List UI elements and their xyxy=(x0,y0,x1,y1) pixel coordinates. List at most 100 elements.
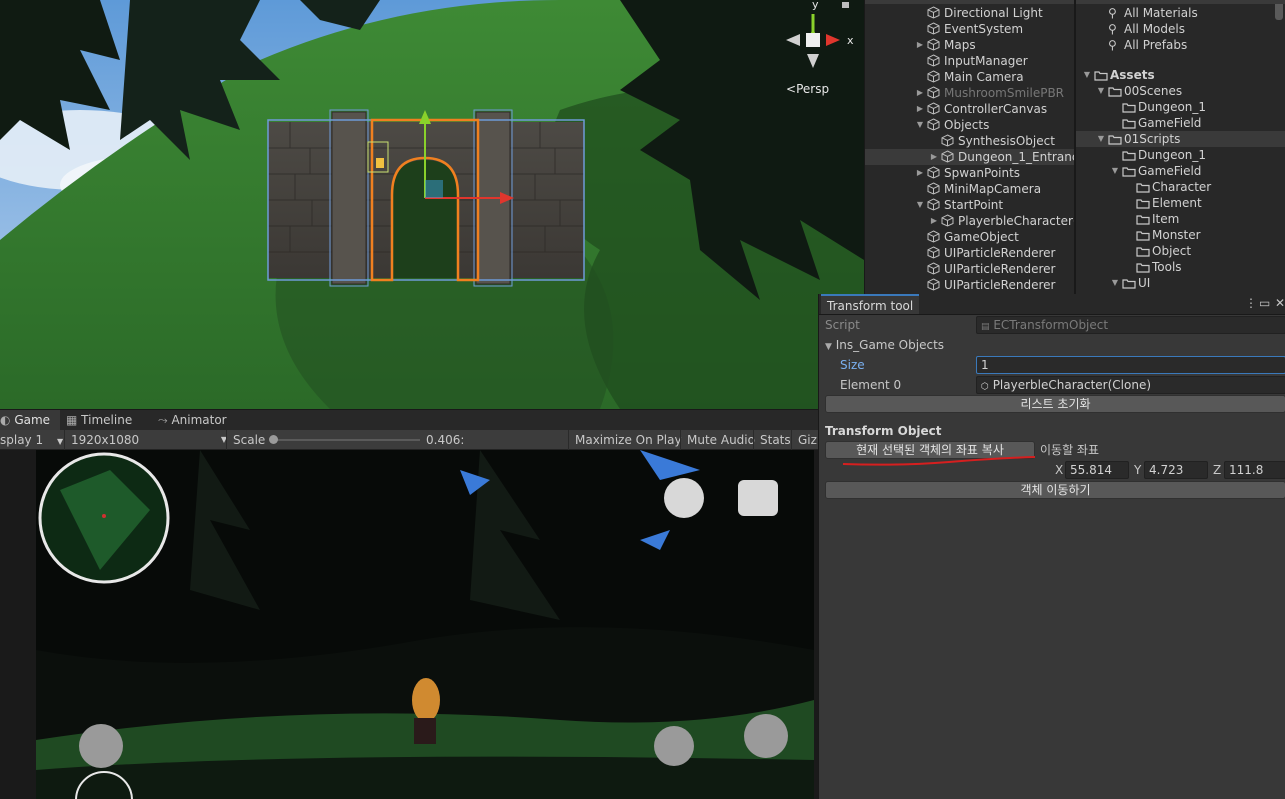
hierarchy-item-label: StartPoint xyxy=(944,198,1004,212)
projection-toggle[interactable]: <Persp xyxy=(786,82,829,96)
resolution-dropdown[interactable]: 1920x1080 ▼ xyxy=(64,430,231,450)
project-folder-label: 00Scenes xyxy=(1124,84,1183,98)
project-folder-item[interactable]: ▼ 00Scenes xyxy=(1076,83,1285,99)
size-input[interactable]: 1 xyxy=(976,356,1285,374)
mute-audio-toggle[interactable]: Mute Audio xyxy=(680,430,755,450)
hierarchy-item-label: UIParticleRenderer xyxy=(944,262,1056,276)
hierarchy-item-label: Maps xyxy=(944,38,976,52)
list-foldout[interactable]: ▼ Ins_Game Objects xyxy=(825,337,944,355)
project-folder-item[interactable]: Monster xyxy=(1076,227,1285,243)
hierarchy-item[interactable]: EventSystem xyxy=(865,21,1074,37)
hierarchy-item[interactable]: Main Camera xyxy=(865,69,1074,85)
x-input[interactable]: 55.814 xyxy=(1065,461,1129,479)
hierarchy-item[interactable]: ▶ ControllerCanvas xyxy=(865,101,1074,117)
tab-game-label: Game xyxy=(14,413,51,427)
hierarchy-item[interactable]: ▼ StartPoint xyxy=(865,197,1074,213)
stats-toggle[interactable]: Stats xyxy=(753,430,791,450)
favorite-item[interactable]: ⚲ All Prefabs xyxy=(1076,37,1285,53)
foldout-closed-icon[interactable]: ▶ xyxy=(915,101,925,117)
hierarchy-item-label: InputManager xyxy=(944,54,1028,68)
hierarchy-item[interactable]: ▶ PlayerbleCharacter( xyxy=(865,213,1074,229)
player-character xyxy=(412,678,440,722)
hierarchy-panel[interactable]: Directional Light EventSystem ▶ Maps InputMa… xyxy=(864,0,1074,294)
project-folder-item[interactable]: Tools xyxy=(1076,259,1285,275)
hierarchy-item[interactable]: UIParticleRenderer xyxy=(865,277,1074,293)
z-input[interactable]: 111.8 xyxy=(1224,461,1285,479)
dungeon-entrance-object[interactable] xyxy=(267,109,585,287)
hierarchy-item[interactable]: ▶ Maps xyxy=(865,37,1074,53)
script-label: Script xyxy=(825,318,860,332)
foldout-open-icon[interactable]: ▼ xyxy=(1096,131,1106,147)
scale-label: Scale xyxy=(226,430,265,450)
project-folder-item[interactable]: ▼ 01Scripts xyxy=(1076,131,1285,147)
maximize-on-play-toggle[interactable]: Maximize On Play xyxy=(568,430,682,450)
more-options-icon[interactable]: ⋮ xyxy=(1245,296,1257,310)
foldout-open-icon[interactable]: ▼ xyxy=(1110,275,1120,291)
foldout-closed-icon[interactable]: ▶ xyxy=(929,213,939,229)
project-folder-item[interactable]: ▼ GameField xyxy=(1076,163,1285,179)
scale-slider-thumb[interactable] xyxy=(269,435,278,444)
project-folder-item[interactable]: ▼ Assets xyxy=(1076,67,1285,83)
scale-slider-track[interactable] xyxy=(272,439,420,441)
project-folder-item[interactable]: GameField xyxy=(1076,115,1285,131)
project-folder-item[interactable]: Dungeon_1 xyxy=(1076,147,1285,163)
y-input[interactable]: 4.723 xyxy=(1144,461,1208,479)
scale-value: 0.406: xyxy=(426,433,465,447)
project-panel[interactable]: ⚲ All Materials ⚲ All Models ⚲ All Prefabs ▼ As… xyxy=(1075,0,1285,294)
hierarchy-item[interactable]: UIParticleRenderer xyxy=(865,261,1074,277)
hierarchy-item-label: ControllerCanvas xyxy=(944,102,1048,116)
foldout-closed-icon[interactable]: ▶ xyxy=(929,149,939,165)
game-icon: ◐ xyxy=(0,413,11,427)
move-object-button[interactable]: 객체 이동하기 xyxy=(825,481,1285,499)
foldout-closed-icon[interactable]: ▶ xyxy=(915,165,925,181)
skill-button[interactable] xyxy=(654,726,694,766)
hierarchy-item[interactable]: SynthesisObject xyxy=(865,133,1074,149)
display-dropdown[interactable]: splay 1 ▼ xyxy=(0,430,63,450)
hierarchy-item[interactable]: Directional Light xyxy=(865,5,1074,21)
tab-timeline[interactable]: ▦ Timeline xyxy=(66,410,132,431)
foldout-open-icon[interactable]: ▼ xyxy=(915,197,925,213)
close-icon[interactable]: ✕ xyxy=(1275,296,1285,310)
favorite-item[interactable]: ⚲ All Materials xyxy=(1076,5,1285,21)
hierarchy-item[interactable]: UIParticleRenderer xyxy=(865,245,1074,261)
reset-list-button[interactable]: 리스트 초기화 xyxy=(825,395,1285,413)
project-folder-item[interactable]: Item xyxy=(1076,211,1285,227)
inventory-bag-button[interactable] xyxy=(738,480,778,516)
element0-field[interactable]: ⬡ PlayerbleCharacter(Clone) xyxy=(976,376,1285,394)
hierarchy-item[interactable]: InputManager xyxy=(865,53,1074,69)
maximize-icon[interactable]: ▭ xyxy=(1259,296,1270,310)
project-folder-item[interactable]: Element xyxy=(1076,195,1285,211)
game-view[interactable] xyxy=(0,450,818,799)
tab-transform-tool[interactable]: Transform tool xyxy=(821,294,920,314)
hierarchy-item[interactable]: GameObject xyxy=(865,229,1074,245)
foldout-closed-icon[interactable]: ▶ xyxy=(915,85,925,101)
hierarchy-item[interactable]: ▶ Dungeon_1_Entrance xyxy=(865,149,1074,165)
project-folder-item[interactable]: Character xyxy=(1076,179,1285,195)
lock-icon[interactable] xyxy=(842,2,849,8)
hierarchy-item[interactable]: MiniMapCamera xyxy=(865,181,1074,197)
character-menu-button[interactable] xyxy=(664,478,704,518)
scene-view[interactable]: y x <Persp xyxy=(0,0,864,409)
project-folder-item[interactable]: ▼ UI xyxy=(1076,275,1285,291)
foldout-closed-icon[interactable]: ▶ xyxy=(915,37,925,53)
hierarchy-item-label: Main Camera xyxy=(944,70,1024,84)
dash-button[interactable] xyxy=(744,714,788,758)
tab-animator[interactable]: ⤳ Animator xyxy=(158,410,227,431)
hierarchy-item-label: EventSystem xyxy=(944,22,1024,36)
foldout-open-icon[interactable]: ▼ xyxy=(1096,83,1106,99)
gizmo-y-label: y xyxy=(812,0,819,11)
scene-viewport[interactable]: y x xyxy=(0,0,864,409)
swap-button[interactable] xyxy=(79,724,123,768)
project-folder-item[interactable]: Object xyxy=(1076,243,1285,259)
hierarchy-item[interactable]: ▶ MushroomSmilePBR xyxy=(865,85,1074,101)
favorite-item[interactable]: ⚲ All Models xyxy=(1076,21,1285,37)
tab-game[interactable]: ◐ Game xyxy=(0,410,60,431)
project-folder-item[interactable]: Dungeon_1 xyxy=(1076,99,1285,115)
foldout-open-icon[interactable]: ▼ xyxy=(1110,163,1120,179)
hierarchy-item[interactable]: ▼ Objects xyxy=(865,117,1074,133)
gizmos-toggle[interactable]: Giz xyxy=(791,430,817,450)
foldout-open-icon[interactable]: ▼ xyxy=(915,117,925,133)
foldout-open-icon[interactable]: ▼ xyxy=(1082,67,1092,83)
game-viewport[interactable] xyxy=(0,450,818,799)
hierarchy-item[interactable]: ▶ SpwanPoints xyxy=(865,165,1074,181)
